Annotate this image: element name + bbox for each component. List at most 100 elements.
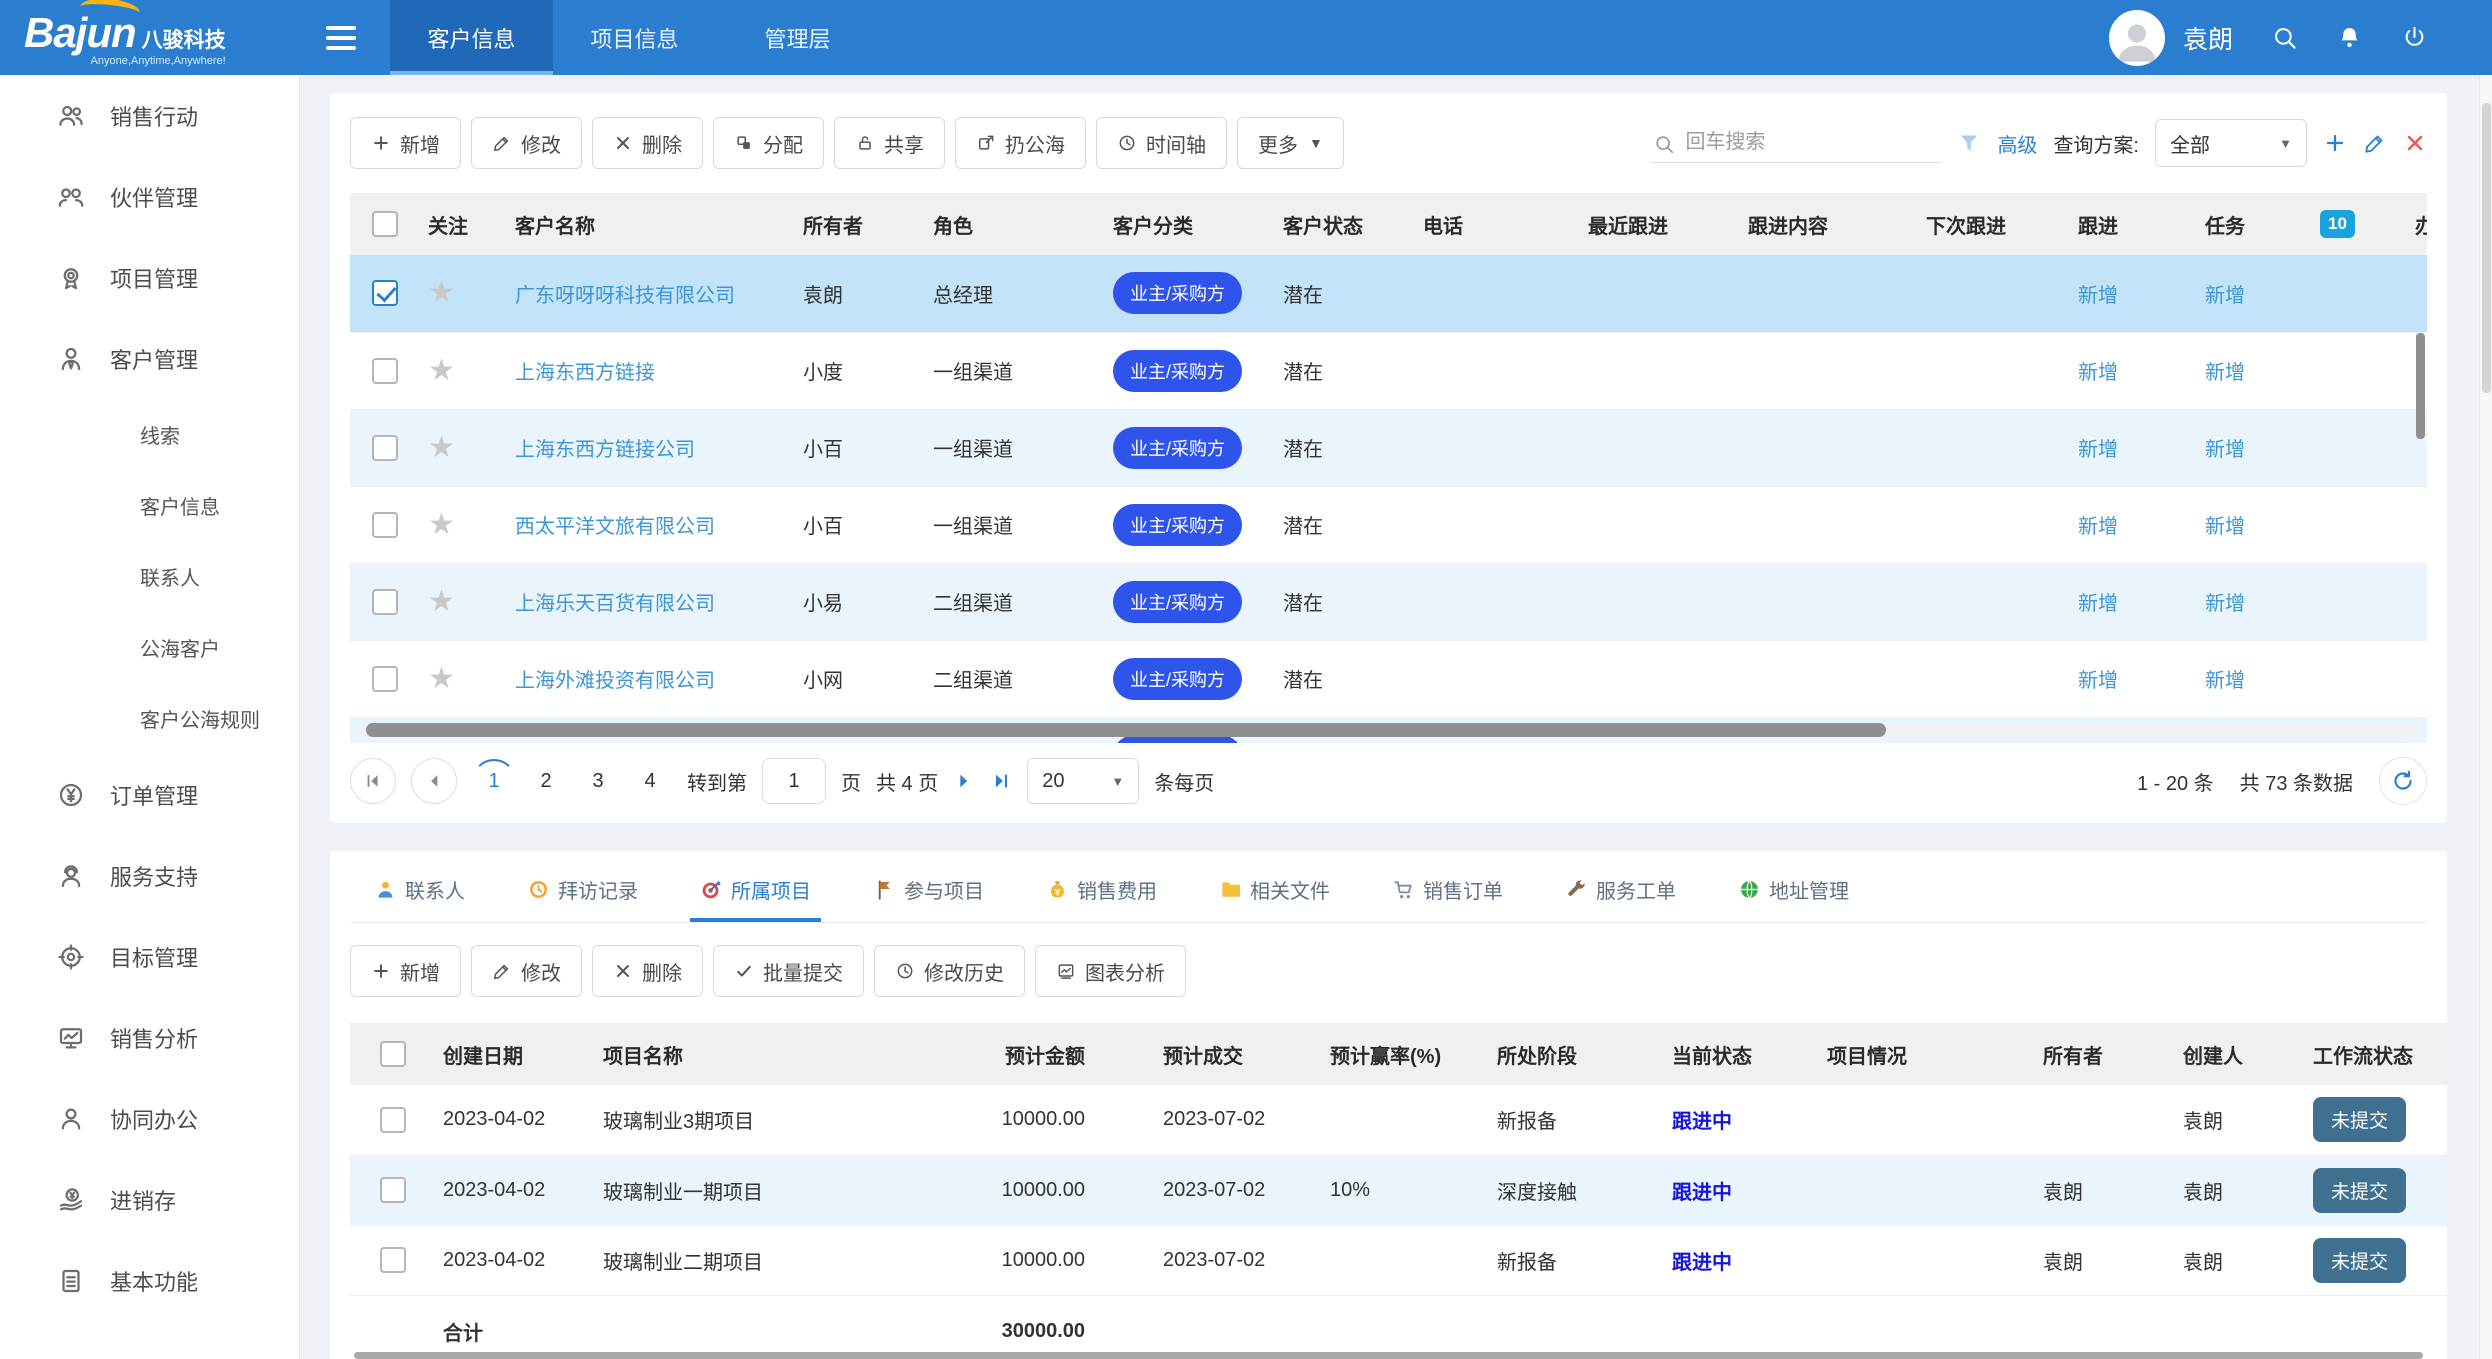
- sidebar-item[interactable]: 联系人: [0, 541, 299, 612]
- column-header[interactable]: 电话 电话: [1415, 193, 1580, 255]
- column-header[interactable]: 下次跟进 下次跟进: [1918, 193, 2070, 255]
- current-status-link[interactable]: 跟进中: [1672, 1182, 1732, 1204]
- customer-name-link[interactable]: 广东呀呀呀科技有限公司: [515, 285, 735, 307]
- customer-name-link[interactable]: 西太平洋文旅有限公司: [515, 516, 715, 538]
- row-checkbox[interactable]: [379, 1106, 406, 1133]
- query-scheme-select[interactable]: 全部 ▼: [2155, 119, 2307, 167]
- select-all-checkbox[interactable]: [379, 1041, 406, 1067]
- column-header[interactable]: 预计成交: [1085, 1023, 1305, 1085]
- add-task-link[interactable]: 新增: [2205, 516, 2245, 538]
- nav-tab[interactable]: 客户信息: [390, 0, 553, 75]
- row-checkbox[interactable]: [372, 588, 398, 615]
- sidebar-item[interactable]: 协同办公: [0, 1078, 299, 1159]
- sidebar-item[interactable]: 基本功能: [0, 1240, 299, 1321]
- column-header[interactable]: 项目名称: [595, 1023, 925, 1085]
- current-status-link[interactable]: 跟进中: [1672, 1252, 1732, 1274]
- customer-row[interactable]: ★ 上海外滩投资有限公司 小网 二组渠道 业主/采购方 潜在 新增 新增: [350, 640, 2427, 718]
- customer-row[interactable]: ★ 广东呀呀呀科技有限公司 袁朗 总经理 业主/采购方 潜在 新增 新增: [350, 255, 2427, 333]
- column-header[interactable]: 最近跟进 最近跟进: [1580, 193, 1740, 255]
- add-follow-link[interactable]: 新增: [2078, 516, 2118, 538]
- nav-tab[interactable]: 项目信息: [553, 0, 716, 75]
- sidebar-item[interactable]: 客户信息: [0, 470, 299, 541]
- favorite-star-icon[interactable]: ★: [428, 509, 455, 540]
- add-task-link[interactable]: 新增: [2205, 593, 2245, 615]
- customer-name-link[interactable]: 上海东西方链接: [515, 362, 655, 384]
- column-header[interactable]: 角色 角色: [925, 193, 1105, 255]
- detail-tab[interactable]: 销售费用: [1036, 865, 1167, 922]
- row-checkbox[interactable]: [372, 742, 398, 743]
- filter-funnel-icon[interactable]: [1957, 131, 1981, 155]
- favorite-star-icon[interactable]: ★: [428, 432, 455, 463]
- row-checkbox[interactable]: [372, 357, 398, 384]
- sidebar-item[interactable]: 伙伴管理: [0, 156, 299, 237]
- next-page-button[interactable]: [953, 770, 975, 792]
- add-task-link[interactable]: 新增: [2205, 285, 2245, 307]
- column-header[interactable]: 跟进内容 跟进内容: [1740, 193, 1918, 255]
- search-icon[interactable]: [2271, 24, 2298, 51]
- detail-tab[interactable]: 拜访记录: [517, 865, 648, 922]
- add-task-link[interactable]: 新增: [2205, 439, 2245, 461]
- column-header[interactable]: 关注 关注: [420, 193, 495, 255]
- column-header[interactable]: 所处阶段: [1472, 1023, 1647, 1085]
- favorite-star-icon[interactable]: ★: [428, 355, 455, 386]
- user-avatar[interactable]: [2108, 9, 2165, 66]
- page-number[interactable]: 4: [628, 759, 672, 803]
- customer-name-link[interactable]: 上海外滩投资有限公司: [515, 670, 715, 692]
- nav-tab[interactable]: 管理层: [716, 0, 879, 75]
- add-follow-link[interactable]: 新增: [2078, 285, 2118, 307]
- current-status-link[interactable]: 跟进中: [1672, 1111, 1732, 1133]
- refresh-button[interactable]: [2379, 757, 2427, 805]
- customer-row[interactable]: ★ 西太平洋文旅有限公司 小百 一组渠道 业主/采购方 潜在 新增 新增: [350, 486, 2427, 564]
- detail-tab[interactable]: 服务工单: [1555, 865, 1686, 922]
- row-checkbox[interactable]: [372, 434, 398, 461]
- column-header[interactable]: 项目情况: [1822, 1023, 2035, 1085]
- sidebar-item[interactable]: 进销存: [0, 1159, 299, 1240]
- sidebar-item[interactable]: 项目管理: [0, 237, 299, 318]
- horizontal-scrollbar-thumb[interactable]: [354, 1352, 2423, 1359]
- last-page-button[interactable]: [990, 770, 1012, 792]
- customer-name-link[interactable]: 上海乐天百货有限公司: [515, 593, 715, 615]
- column-header[interactable]: 预计金额: [925, 1023, 1085, 1085]
- more-button[interactable]: 更多 ▼: [1237, 117, 1344, 169]
- favorite-star-icon[interactable]: ★: [428, 278, 455, 308]
- page-scrollbar[interactable]: [2479, 75, 2492, 1359]
- row-checkbox[interactable]: [372, 280, 398, 307]
- customer-row[interactable]: ★ 上海乐天百货有限公司 小易 二组渠道 业主/采购方 潜在 新增 新增: [350, 563, 2427, 641]
- sidebar-item[interactable]: 目标管理: [0, 916, 299, 997]
- project-row[interactable]: 2023-04-02 玻璃制业一期项目 10000.00 2023-07-02 …: [350, 1155, 2447, 1226]
- search-input[interactable]: [1651, 123, 1942, 163]
- add-task-link[interactable]: 新增: [2205, 362, 2245, 384]
- detail-tab[interactable]: 相关文件: [1209, 865, 1340, 922]
- customer-name-link[interactable]: 上海东西方链接公司: [515, 439, 695, 461]
- add-follow-link[interactable]: 新增: [2078, 670, 2118, 692]
- add-scheme-icon[interactable]: [2323, 131, 2347, 155]
- column-header[interactable]: 客户状态 客户状态: [1275, 193, 1415, 255]
- column-header[interactable]: 创建人: [2175, 1023, 2305, 1085]
- column-header[interactable]: 客户分类 客户分类: [1105, 193, 1275, 255]
- sidebar-item[interactable]: 服务支持: [0, 835, 299, 916]
- toolbar-button[interactable]: 批量提交: [713, 945, 864, 997]
- project-row[interactable]: 2023-04-02 玻璃制业二期项目 10000.00 2023-07-02 …: [350, 1225, 2447, 1296]
- column-header[interactable]: 客户名称 客户名称: [495, 193, 795, 255]
- vertical-scrollbar-thumb[interactable]: [2416, 333, 2425, 439]
- detail-tab[interactable]: 所属项目: [690, 865, 821, 922]
- row-checkbox[interactable]: [372, 665, 398, 692]
- favorite-star-icon[interactable]: ★: [428, 663, 455, 694]
- column-header[interactable]: 跟进 跟进: [2070, 193, 2197, 255]
- logout-power-icon[interactable]: [2401, 24, 2428, 51]
- toolbar-button[interactable]: 分配: [713, 117, 824, 169]
- per-page-select[interactable]: 20 ▼: [1027, 758, 1140, 804]
- row-checkbox[interactable]: [379, 1247, 406, 1273]
- toolbar-button[interactable]: 共享: [834, 117, 945, 169]
- toolbar-button[interactable]: 修改历史: [874, 945, 1025, 997]
- row-checkbox[interactable]: [372, 511, 398, 538]
- menu-toggle-icon[interactable]: [326, 0, 356, 75]
- toolbar-button[interactable]: 新增: [350, 117, 461, 169]
- prev-page-button[interactable]: [411, 758, 457, 804]
- favorite-star-icon[interactable]: ★: [428, 586, 455, 617]
- goto-page-input[interactable]: [762, 758, 826, 804]
- column-header[interactable]: 创建日期: [435, 1023, 595, 1085]
- column-header[interactable]: 所有者: [2035, 1023, 2175, 1085]
- page-scrollbar-thumb[interactable]: [2482, 103, 2491, 393]
- detail-tab[interactable]: 参与项目: [863, 865, 994, 922]
